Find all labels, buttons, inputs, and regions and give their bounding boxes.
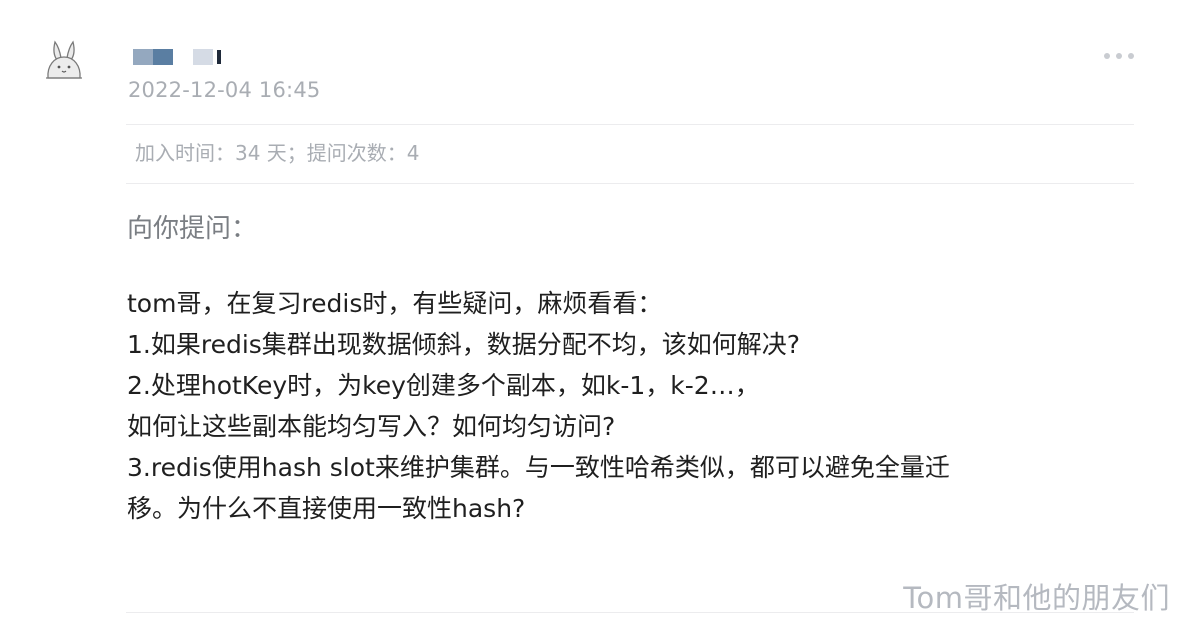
bunny-avatar-icon — [46, 40, 82, 79]
more-button[interactable] — [1102, 47, 1138, 59]
question-line: 移。为什么不直接使用一致性hash? — [127, 494, 526, 523]
watermark: Tom哥和他的朋友们 — [903, 581, 1170, 615]
divider — [126, 124, 1134, 125]
blur-block — [133, 49, 155, 65]
question-body: tom哥，在复习redis时，有些疑问，麻烦看看： 1.如果redis集群出现数… — [127, 283, 1117, 529]
more-dots-icon — [1104, 53, 1134, 59]
member-meta: 加入时间：34 天；提问次数：4 — [135, 141, 420, 165]
username-blurred[interactable] — [133, 46, 243, 68]
question-line: 2.处理hotKey时，为key创建多个副本，如k-1，k-2…， — [127, 371, 760, 400]
question-line: 如何让这些副本能均匀写入？如何均匀访问? — [127, 412, 616, 441]
blur-block — [217, 50, 221, 64]
blur-block — [193, 49, 213, 65]
question-line: 3.redis使用hash slot来维护集群。与一致性哈希类似，都可以避免全量… — [127, 453, 950, 482]
blur-block — [153, 49, 173, 65]
post-timestamp: 2022-12-04 16:45 — [128, 78, 321, 102]
divider — [126, 183, 1134, 184]
question-line: tom哥，在复习redis时，有些疑问，麻烦看看： — [127, 289, 663, 318]
ask-title: 向你提问： — [127, 214, 258, 244]
post-card: 2022-12-04 16:45 加入时间：34 天；提问次数：4 向你提问： … — [0, 0, 1178, 624]
question-line: 1.如果redis集群出现数据倾斜，数据分配不均，该如何解决? — [127, 330, 801, 359]
timestamp-overlap-mask — [126, 71, 196, 80]
avatar[interactable] — [42, 38, 86, 84]
